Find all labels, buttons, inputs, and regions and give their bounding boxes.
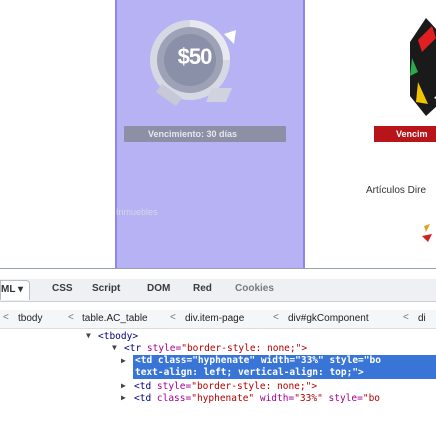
category-label-inmuebles: Inmuebles (116, 207, 158, 217)
node-attr-value: "33%" (294, 393, 323, 404)
breadcrumb-separator-icon: < (170, 312, 176, 323)
selected-node-line2: text-align: left; vertical-align: top;"> (133, 367, 436, 379)
selected-node-line1: <td class="hyphenate" width="33%" style=… (133, 355, 436, 367)
collapsed-toggle-icon[interactable]: ▶ (121, 393, 126, 402)
node-attr-value: "bo (362, 393, 381, 404)
breadcrumb-item-table[interactable]: table.AC_table (82, 313, 148, 324)
node-attr: style= (141, 343, 182, 354)
node-attr: class= (151, 393, 192, 404)
breadcrumb-item-div[interactable]: di (418, 313, 426, 324)
breadcrumb-separator-icon: < (273, 312, 279, 323)
tab-script[interactable]: Script (92, 283, 120, 294)
tab-dom[interactable]: DOM (147, 283, 170, 294)
node-tag: <td (134, 381, 152, 392)
node-attr: style= (151, 381, 192, 392)
breadcrumb-separator-icon: < (403, 312, 409, 323)
node-tag: <td (134, 393, 152, 404)
expanded-toggle-icon[interactable]: ▼ (112, 343, 117, 352)
breadcrumb-separator-icon: < (68, 312, 74, 323)
category-label-articulos: Artículos Dire (366, 185, 427, 196)
devtools-panel: ML ▾ CSS Script DOM Red Cookies < tbody … (0, 268, 436, 441)
coin-value-label: $50 (177, 44, 213, 69)
expiration-button-2[interactable]: Vencim (374, 126, 436, 142)
breadcrumb-item-div-item-page[interactable]: div.item-page (185, 313, 244, 324)
node-attr: width= (254, 393, 295, 404)
node-attr: style= (322, 393, 363, 404)
html-tree-view: ▼ <tbody> ▼ <tr style="border-style: non… (0, 329, 436, 441)
tab-html[interactable]: ML ▾ (0, 280, 31, 300)
decorative-shape-icon (422, 224, 432, 242)
devtools-tabbar: ML ▾ CSS Script DOM Red Cookies (0, 279, 436, 302)
tab-red[interactable]: Red (193, 283, 212, 294)
node-tag: <tr (124, 343, 142, 354)
web-page-viewport: $50 Vencimiento: 30 días Inmuebles Venci… (0, 0, 436, 268)
breadcrumb-item-tbody[interactable]: tbody (18, 313, 42, 324)
collapsed-toggle-icon[interactable]: ▶ (121, 356, 126, 365)
breadcrumb-item-gkcomponent[interactable]: div#gkComponent (288, 313, 369, 324)
breadcrumb: < tbody < table.AC_table < div.item-page… (0, 310, 436, 329)
breadcrumb-separator-icon: < (3, 312, 9, 323)
node-attr-value: "hyphenate" (191, 393, 255, 404)
tab-cookies[interactable]: Cookies (235, 283, 274, 294)
tab-css[interactable]: CSS (52, 283, 73, 294)
expiration-button[interactable]: Vencimiento: 30 días (124, 126, 286, 142)
node-tag: <tbody> (98, 331, 139, 342)
collapsed-toggle-icon[interactable]: ▶ (121, 381, 126, 390)
node-attr-value: "border-style: none;"> (191, 381, 318, 392)
expanded-toggle-icon[interactable]: ▼ (86, 331, 91, 340)
node-attr-value: "border-style: none;"> (181, 343, 308, 354)
red-coin-icon (410, 18, 436, 116)
coupon-coin-graphic: $50 (142, 10, 247, 115)
